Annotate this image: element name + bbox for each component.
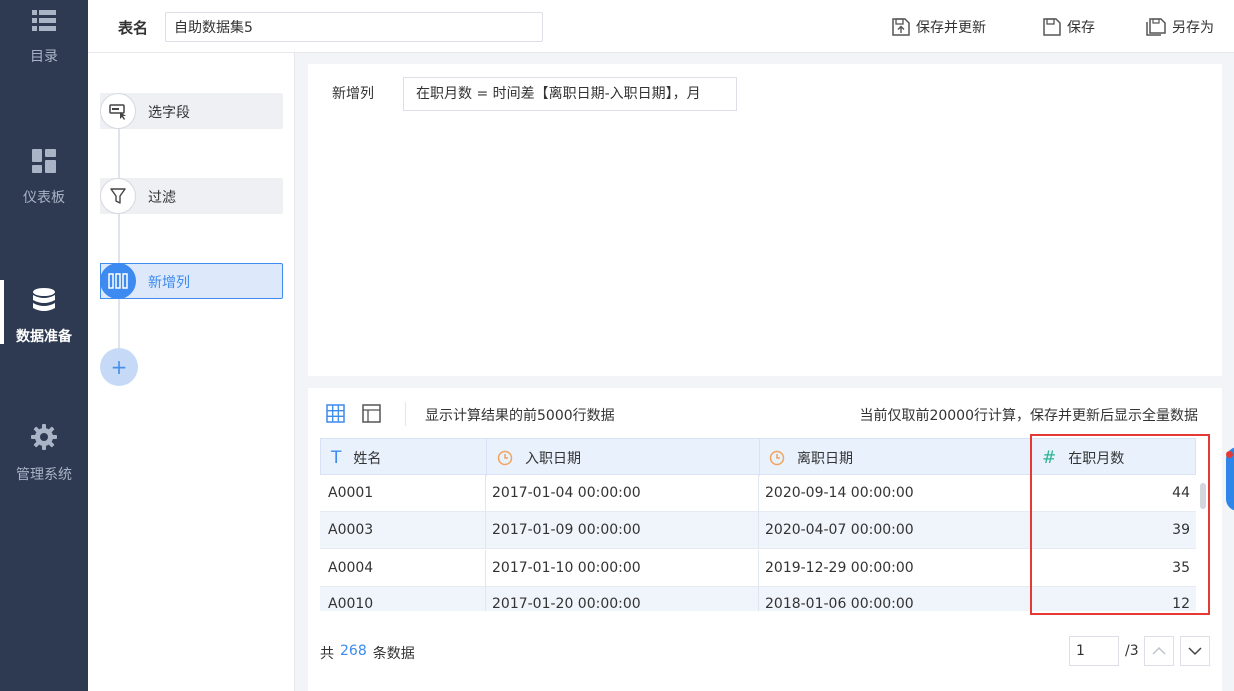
step-filter[interactable]: 过滤 bbox=[100, 178, 283, 214]
nav-item-admin[interactable]: 管理系统 bbox=[0, 424, 88, 484]
table-row[interactable]: A0004 2017-01-10 00:00:00 2019-12-29 00:… bbox=[320, 550, 1196, 587]
add-step-button[interactable]: + bbox=[100, 348, 138, 386]
nav-label-catalog: 目录 bbox=[30, 49, 58, 65]
column-header-hire-date[interactable]: 入职日期 bbox=[487, 439, 760, 476]
cell-name: A0010 bbox=[320, 586, 486, 611]
step-add-column-label: 新增列 bbox=[148, 275, 190, 291]
cell-leave-date: 2020-04-07 00:00:00 bbox=[759, 512, 1031, 549]
cell-leave-date: 2018-01-06 00:00:00 bbox=[759, 586, 1031, 611]
grid-view-icon[interactable] bbox=[326, 404, 346, 424]
save-label: 保存 bbox=[1067, 20, 1095, 36]
row-count: 共 268 条数据 bbox=[320, 643, 415, 663]
list-icon bbox=[32, 10, 56, 31]
date-type-icon bbox=[769, 450, 785, 465]
step-filter-circle bbox=[100, 178, 136, 214]
database-icon bbox=[33, 288, 55, 311]
gear-icon bbox=[31, 424, 57, 450]
cell-months-employed: 12 bbox=[1172, 596, 1190, 611]
filter-icon bbox=[110, 188, 126, 204]
save-and-update-label: 保存并更新 bbox=[916, 20, 986, 36]
nav-label-data-prep: 数据准备 bbox=[16, 329, 72, 345]
steps-connector bbox=[118, 109, 120, 379]
plus-icon: + bbox=[110, 355, 128, 379]
left-nav: 目录 仪表板 数据准备 管理系统 bbox=[0, 0, 88, 691]
preview-table: T 姓名 入职日期 离职日期 # 在职月数 A0001 2017-01-04 0… bbox=[320, 438, 1196, 611]
page-total: /3 bbox=[1125, 643, 1139, 659]
page-number-input[interactable] bbox=[1069, 636, 1119, 666]
save-as-label: 另存为 bbox=[1172, 20, 1214, 36]
text-type-icon: T bbox=[331, 447, 342, 468]
column-header-label: 在职月数 bbox=[1068, 450, 1125, 467]
preview-row-limit-note: 显示计算结果的前5000行数据 bbox=[425, 408, 615, 424]
column-header-label: 姓名 bbox=[353, 450, 382, 467]
next-page-button[interactable] bbox=[1180, 636, 1210, 666]
column-header-label: 离职日期 bbox=[797, 450, 853, 467]
cell-name: A0001 bbox=[320, 475, 486, 512]
column-header-leave-date[interactable]: 离职日期 bbox=[760, 439, 1032, 476]
select-field-icon bbox=[109, 104, 126, 120]
save-as-button[interactable]: 另存为 bbox=[1146, 16, 1214, 38]
chevron-down-icon bbox=[1188, 647, 1202, 656]
preview-panel: 显示计算结果的前5000行数据 当前仅取前20000行计算，保存并更新后显示全量… bbox=[308, 388, 1222, 691]
cell-name: A0004 bbox=[320, 550, 486, 587]
cell-months-employed: 44 bbox=[1172, 485, 1190, 501]
save-icon bbox=[1043, 18, 1061, 36]
column-header-label: 入职日期 bbox=[525, 450, 581, 467]
save-as-icon bbox=[1146, 18, 1166, 36]
chevron-up-icon bbox=[1152, 646, 1166, 655]
step-select-fields-circle bbox=[100, 93, 136, 129]
notification-dot bbox=[1226, 451, 1233, 458]
row-count-number: 268 bbox=[340, 643, 367, 659]
cell-leave-date: 2019-12-29 00:00:00 bbox=[759, 550, 1031, 587]
date-type-icon bbox=[497, 450, 513, 465]
table-name-input[interactable] bbox=[165, 12, 543, 42]
nav-item-dashboard[interactable]: 仪表板 bbox=[0, 149, 88, 207]
row-count-prefix: 共 bbox=[320, 646, 334, 662]
row-count-suffix: 条数据 bbox=[372, 646, 415, 662]
cell-months-employed: 35 bbox=[1172, 560, 1190, 576]
top-header: 表名 保存并更新 保存 另存为 bbox=[88, 0, 1234, 53]
cell-months-employed: 39 bbox=[1172, 522, 1190, 538]
add-column-icon bbox=[108, 273, 128, 289]
save-and-update-button[interactable]: 保存并更新 bbox=[892, 16, 986, 38]
cell-name: A0003 bbox=[320, 512, 486, 549]
column-header-months-employed[interactable]: # 在职月数 bbox=[1032, 439, 1196, 476]
table-row[interactable]: A0010 2017-01-20 00:00:00 2018-01-06 00:… bbox=[320, 586, 1196, 611]
formula-panel: 新增列 在职月数 = 时间差【离职日期-入职日期】，月 bbox=[308, 64, 1222, 376]
dashboard-icon bbox=[32, 149, 56, 173]
cell-hire-date: 2017-01-09 00:00:00 bbox=[486, 512, 759, 549]
nav-item-data-prep[interactable]: 数据准备 bbox=[0, 280, 88, 346]
steps-panel: 选字段 过滤 新增列 + bbox=[88, 53, 295, 691]
column-header-name[interactable]: T 姓名 bbox=[321, 439, 487, 476]
number-type-icon: # bbox=[1042, 447, 1057, 468]
toolbar-divider bbox=[405, 402, 406, 426]
prev-page-button[interactable] bbox=[1144, 636, 1174, 666]
formula-label: 新增列 bbox=[332, 86, 374, 102]
table-scrollbar[interactable] bbox=[1200, 483, 1206, 509]
cell-hire-date: 2017-01-04 00:00:00 bbox=[486, 475, 759, 512]
nav-label-admin: 管理系统 bbox=[16, 467, 72, 483]
layout-view-icon[interactable] bbox=[362, 404, 382, 424]
table-name-label: 表名 bbox=[118, 19, 149, 37]
step-filter-label: 过滤 bbox=[148, 190, 176, 206]
save-update-icon bbox=[892, 18, 910, 36]
cell-leave-date: 2020-09-14 00:00:00 bbox=[759, 475, 1031, 512]
cell-hire-date: 2017-01-20 00:00:00 bbox=[486, 586, 759, 611]
cell-hire-date: 2017-01-10 00:00:00 bbox=[486, 550, 759, 587]
table-header: T 姓名 入职日期 离职日期 # 在职月数 bbox=[320, 438, 1196, 476]
table-row[interactable]: A0001 2017-01-04 00:00:00 2020-09-14 00:… bbox=[320, 475, 1196, 512]
step-select-fields-label: 选字段 bbox=[148, 105, 190, 121]
formula-input[interactable]: 在职月数 = 时间差【离职日期-入职日期】，月 bbox=[403, 77, 737, 111]
step-add-column-circle bbox=[100, 263, 136, 299]
nav-item-catalog[interactable]: 目录 bbox=[0, 10, 88, 66]
nav-label-dashboard: 仪表板 bbox=[23, 190, 65, 206]
preview-calc-note: 当前仅取前20000行计算，保存并更新后显示全量数据 bbox=[859, 408, 1198, 424]
step-select-fields[interactable]: 选字段 bbox=[100, 93, 283, 129]
table-row[interactable]: A0003 2017-01-09 00:00:00 2020-04-07 00:… bbox=[320, 512, 1196, 549]
save-button[interactable]: 保存 bbox=[1043, 16, 1095, 38]
step-add-column[interactable]: 新增列 bbox=[100, 263, 283, 299]
